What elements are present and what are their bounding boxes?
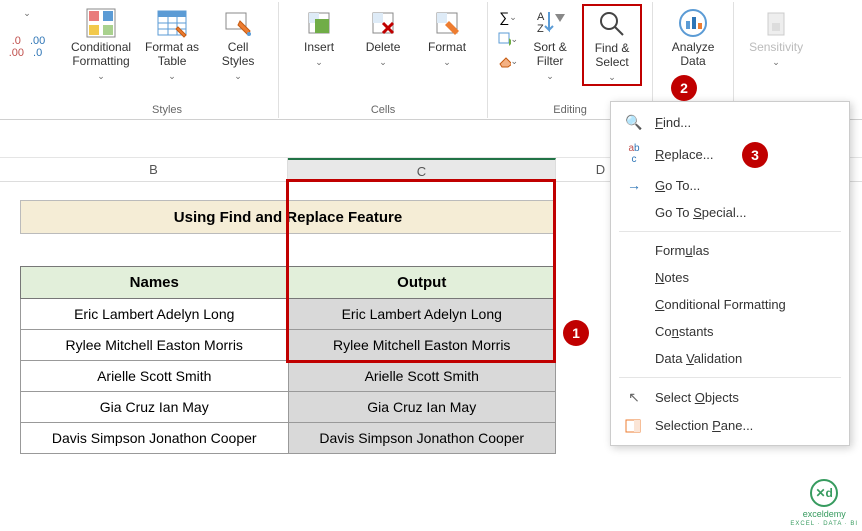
cell[interactable]: Eric Lambert Adelyn Long [288, 299, 556, 330]
conditional-formatting-icon [85, 7, 117, 39]
autosum-button[interactable]: ∑ ⌄ [498, 8, 518, 26]
menu-select-objects[interactable]: ↖Select Objects [611, 383, 849, 412]
cell-styles-button[interactable]: Cell Styles⌄ [208, 4, 268, 84]
header-output[interactable]: Output [288, 267, 556, 299]
sort-filter-button[interactable]: AZ Sort & Filter⌄ [520, 4, 580, 84]
logo-text: exceldemy [803, 509, 846, 519]
table-row: Rylee Mitchell Easton MorrisRylee Mitche… [21, 330, 556, 361]
table-row: Gia Cruz Ian MayGia Cruz Ian May [21, 392, 556, 423]
format-as-table-icon [156, 7, 188, 39]
menu-notes[interactable]: Notes [611, 264, 849, 291]
svg-text:A: A [537, 11, 545, 23]
col-header-c[interactable]: C [288, 158, 556, 181]
table-row: Arielle Scott SmithArielle Scott Smith [21, 361, 556, 392]
number-group-tail: ⌄ .0.00 .00.0 [0, 2, 56, 59]
callout-2: 2 [671, 75, 697, 101]
cell[interactable]: Eric Lambert Adelyn Long [21, 299, 289, 330]
cells-group: Insert⌄ Delete⌄ Format⌄ Cells [279, 2, 488, 118]
cells-group-label: Cells [371, 104, 395, 118]
insert-button[interactable]: Insert⌄ [289, 4, 349, 70]
format-icon [431, 7, 463, 39]
table-row: Eric Lambert Adelyn LongEric Lambert Ade… [21, 299, 556, 330]
menu-conditional-formatting[interactable]: Conditional Formatting [611, 291, 849, 318]
menu-selection-pane[interactable]: Selection Pane... [611, 412, 849, 439]
svg-text:Z: Z [537, 23, 544, 35]
col-header-b[interactable]: B [20, 158, 288, 181]
sensitivity-icon [760, 7, 792, 39]
cell[interactable]: Rylee Mitchell Easton Morris [21, 330, 289, 361]
analyze-data-button[interactable]: Analyze Data [663, 4, 723, 72]
menu-data-validation[interactable]: Data Validation [611, 345, 849, 372]
cell[interactable]: Rylee Mitchell Easton Morris [288, 330, 556, 361]
analyze-data-icon [677, 7, 709, 39]
delete-icon [367, 7, 399, 39]
delete-button[interactable]: Delete⌄ [353, 4, 413, 70]
pane-icon [625, 419, 643, 433]
callout-3: 3 [742, 142, 768, 168]
exceldemy-logo: ✕d exceldemy EXCEL · DATA · BI [790, 479, 858, 527]
table-header-row: Names Output [21, 267, 556, 299]
table-row: Davis Simpson Jonathon CooperDavis Simps… [21, 423, 556, 454]
menu-goto[interactable]: →Go To... [611, 171, 849, 199]
menu-constants[interactable]: Constants [611, 318, 849, 345]
find-select-button[interactable]: Find & Select⌄ [582, 4, 642, 86]
header-names[interactable]: Names [21, 267, 289, 299]
goto-icon: → [625, 177, 643, 193]
insert-icon [303, 7, 335, 39]
search-icon: 🔍 [625, 114, 643, 131]
format-as-table-button[interactable]: Format as Table⌄ [140, 4, 204, 84]
sort-filter-icon: AZ [534, 7, 566, 39]
find-select-menu: 🔍Find... abcReplace... →Go To... Go To S… [610, 101, 850, 446]
cell[interactable]: Gia Cruz Ian May [21, 392, 289, 423]
conditional-formatting-button[interactable]: Conditional Formatting⌄ [66, 4, 136, 84]
clear-button[interactable]: ⌄ [498, 52, 518, 70]
replace-icon: abc [625, 143, 643, 165]
cursor-icon: ↖ [625, 389, 643, 406]
styles-group-label: Styles [152, 104, 182, 118]
cell-styles-icon [222, 7, 254, 39]
increase-decimal-button[interactable]: .0.00 [9, 35, 24, 59]
menu-find[interactable]: 🔍Find... [611, 108, 849, 137]
data-table: Names Output Eric Lambert Adelyn LongEri… [20, 266, 556, 454]
find-select-icon [596, 8, 628, 40]
callout-1: 1 [563, 320, 589, 346]
menu-replace[interactable]: abcReplace... [611, 137, 849, 171]
cell[interactable]: Davis Simpson Jonathon Cooper [288, 423, 556, 454]
logo-subtext: EXCEL · DATA · BI [790, 521, 858, 527]
format-button[interactable]: Format⌄ [417, 4, 477, 70]
styles-group: Conditional Formatting⌄ Format as Table⌄… [56, 2, 279, 118]
menu-formulas[interactable]: Formulas [611, 237, 849, 264]
title-cell[interactable]: Using Find and Replace Feature [20, 200, 556, 234]
cell[interactable]: Arielle Scott Smith [21, 361, 289, 392]
cell[interactable]: Davis Simpson Jonathon Cooper [21, 423, 289, 454]
sensitivity-button: Sensitivity⌄ [744, 4, 808, 70]
cell[interactable]: Gia Cruz Ian May [288, 392, 556, 423]
editing-group-label: Editing [553, 104, 587, 118]
fill-button[interactable]: ⌄ [498, 30, 518, 48]
number-format-dropdown[interactable]: ⌄ [23, 8, 31, 19]
cell[interactable]: Arielle Scott Smith [288, 361, 556, 392]
decrease-decimal-button[interactable]: .00.0 [30, 35, 45, 59]
menu-goto-special[interactable]: Go To Special... [611, 199, 849, 226]
